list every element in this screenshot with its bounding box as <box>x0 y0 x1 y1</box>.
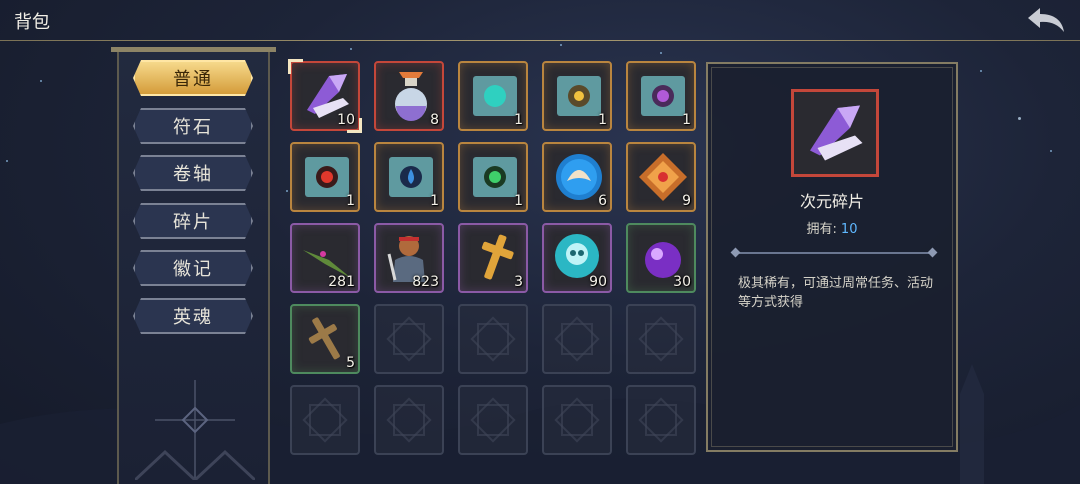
tab-label: 英魂 <box>173 307 213 328</box>
empty-slot[interactable] <box>458 304 528 374</box>
empty-slot[interactable] <box>542 304 612 374</box>
back-button[interactable] <box>1026 6 1066 34</box>
tab-runestone[interactable]: 符石 <box>133 108 253 144</box>
inventory-slot[interactable]: 281 <box>290 223 360 293</box>
inventory-slot[interactable]: 8 <box>374 61 444 131</box>
slot-placeholder-icon <box>309 404 341 436</box>
item-quantity: 1 <box>430 193 439 209</box>
sidebar-ornament <box>135 380 255 480</box>
back-arrow-icon <box>1028 8 1064 32</box>
item-quantity: 823 <box>412 274 439 290</box>
inventory-slot[interactable]: 1 <box>458 142 528 212</box>
item-quantity: 1 <box>514 112 523 128</box>
slot-placeholder-icon <box>477 404 509 436</box>
item-name: 次元碎片 <box>799 192 864 211</box>
tab-label: 普通 <box>173 69 213 90</box>
owned-value: 10 <box>840 222 858 237</box>
inventory-slot[interactable]: 1 <box>542 61 612 131</box>
category-sidebar: 普通 符石 卷轴 碎片 徽记 英魂 <box>111 47 276 484</box>
inventory-slot[interactable]: 10 <box>288 59 362 133</box>
crystal-shard-icon <box>810 105 863 161</box>
tab-label: 碎片 <box>173 212 213 233</box>
inventory-slot[interactable]: 1 <box>290 142 360 212</box>
item-detail-icon-frame <box>791 89 879 177</box>
tab-emblem[interactable]: 徽记 <box>133 250 253 286</box>
item-quantity: 1 <box>346 193 355 209</box>
empty-slot[interactable] <box>290 385 360 455</box>
item-quantity: 1 <box>682 112 691 128</box>
tab-label: 符石 <box>173 117 213 138</box>
slot-placeholder-icon <box>393 323 425 355</box>
slot-placeholder-icon <box>477 323 509 355</box>
owned-label: 拥有: <box>806 222 837 237</box>
item-quantity: 3 <box>514 274 523 290</box>
tab-scroll[interactable]: 卷轴 <box>133 155 253 191</box>
item-quantity: 9 <box>682 193 691 209</box>
empty-slot[interactable] <box>542 385 612 455</box>
slot-placeholder-icon <box>645 323 677 355</box>
slot-placeholder-icon <box>645 404 677 436</box>
slot-placeholder-icon <box>393 404 425 436</box>
empty-slot[interactable] <box>374 304 444 374</box>
inventory-slot[interactable]: 1 <box>374 142 444 212</box>
top-bar: 背包 <box>0 0 1080 41</box>
header-divider <box>0 40 1080 41</box>
item-quantity: 8 <box>430 112 439 128</box>
empty-slot[interactable] <box>626 385 696 455</box>
sidebar-cap <box>111 47 276 52</box>
item-quantity: 10 <box>337 112 355 128</box>
inventory-slot[interactable]: 90 <box>542 223 612 293</box>
item-quantity: 1 <box>514 193 523 209</box>
inventory-slot[interactable]: 1 <box>458 61 528 131</box>
inventory-slot[interactable]: 3 <box>458 223 528 293</box>
empty-slot[interactable] <box>374 385 444 455</box>
detail-divider <box>736 252 932 254</box>
slot-placeholder-icon <box>561 323 593 355</box>
item-quantity: 90 <box>589 274 607 290</box>
item-description: 极其稀有，可通过周常任务、活动等方式获得 <box>738 276 934 310</box>
item-detail-panel: 次元碎片 拥有: 10 极其稀有，可通过周常任务、活动等方式获得 <box>706 62 958 452</box>
tab-normal[interactable]: 普通 <box>133 60 253 96</box>
item-quantity: 281 <box>328 274 355 290</box>
inventory-slot[interactable]: 9 <box>626 142 696 212</box>
inventory-slot[interactable]: 30 <box>626 223 696 293</box>
owned-count: 拥有: 10 <box>708 218 956 237</box>
tab-hero-soul[interactable]: 英魂 <box>133 298 253 334</box>
item-quantity: 6 <box>598 193 607 209</box>
empty-slot[interactable] <box>626 304 696 374</box>
inventory-slot[interactable]: 6 <box>542 142 612 212</box>
inventory-slot[interactable]: 1 <box>626 61 696 131</box>
tab-label: 徽记 <box>173 259 213 280</box>
item-quantity: 5 <box>346 355 355 371</box>
inventory-slot[interactable]: 823 <box>374 223 444 293</box>
empty-slot[interactable] <box>458 385 528 455</box>
page-title: 背包 <box>14 12 50 33</box>
tab-fragment[interactable]: 碎片 <box>133 203 253 239</box>
item-quantity: 30 <box>673 274 691 290</box>
tab-label: 卷轴 <box>173 164 213 185</box>
slot-placeholder-icon <box>561 404 593 436</box>
inventory-slot[interactable]: 5 <box>290 304 360 374</box>
item-quantity: 1 <box>598 112 607 128</box>
